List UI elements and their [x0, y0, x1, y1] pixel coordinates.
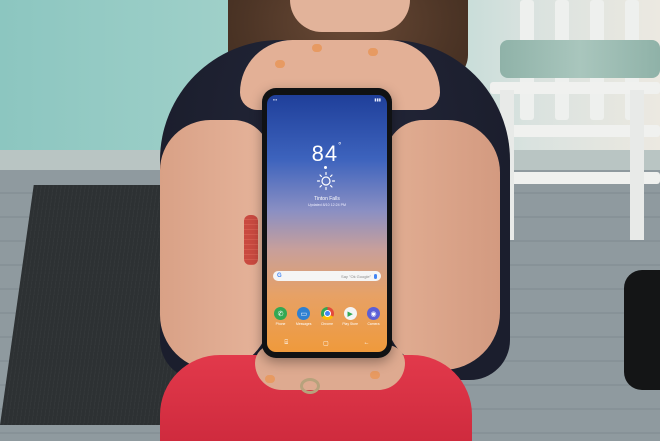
ring	[300, 378, 320, 394]
app-messages[interactable]: ▭ Messages	[293, 307, 314, 326]
nav-bar: ⌸ ▢ ←	[267, 337, 387, 349]
photo-scene: ▪▪▪ ▮▮▮ 84° Tinton Falls Updated 8/10 12…	[0, 0, 660, 441]
black-wheel	[624, 270, 660, 390]
app-label: Messages	[296, 322, 312, 326]
chair-cushion	[500, 40, 660, 78]
mic-icon[interactable]	[374, 273, 377, 279]
app-phone[interactable]: ✆ Phone	[270, 307, 291, 326]
app-label: Chrome	[320, 322, 334, 326]
back-icon[interactable]: ←	[364, 340, 370, 346]
temperature-value: 84	[311, 141, 339, 166]
app-play-store[interactable]: ▶ Play Store	[340, 307, 361, 326]
weather-updated: Updated 8/10 12:24 PM	[308, 203, 346, 207]
chin	[290, 0, 410, 32]
app-label: Camera	[367, 322, 380, 326]
fingernail	[265, 375, 275, 383]
weather-location: Tinton Falls	[314, 196, 340, 202]
temperature[interactable]: 84°	[267, 141, 387, 167]
phone-screen: ▪▪▪ ▮▮▮ 84° Tinton Falls Updated 8/10 12…	[267, 95, 387, 352]
fingernail	[370, 371, 380, 379]
chair-leg	[630, 90, 644, 240]
page-dot	[324, 166, 327, 169]
status-bar: ▪▪▪ ▮▮▮	[267, 95, 387, 104]
fingernail	[368, 48, 378, 56]
app-label: Phone	[275, 322, 286, 326]
app-label: Play Store	[342, 322, 359, 326]
beaded-bracelet	[244, 215, 258, 265]
degree-symbol: °	[338, 141, 343, 150]
search-placeholder: Say "Ok Google"	[341, 273, 371, 279]
recent-apps-icon[interactable]: ⌸	[284, 340, 288, 347]
google-g-icon: G	[277, 273, 282, 279]
right-arm	[385, 120, 500, 370]
status-right: ▮▮▮	[374, 97, 381, 102]
messages-icon: ▭	[297, 307, 311, 320]
fingernail	[312, 44, 322, 52]
fingernail	[275, 60, 285, 68]
app-dock: ✆ Phone ▭ Messages Chrome ▶ Play Store ◉…	[270, 307, 384, 326]
home-icon[interactable]: ▢	[323, 340, 329, 347]
app-camera[interactable]: ◉ Camera	[363, 307, 384, 326]
app-chrome[interactable]: Chrome	[317, 307, 338, 326]
chrome-icon	[320, 307, 334, 320]
google-search-bar[interactable]: G Say "Ok Google"	[273, 271, 381, 281]
status-left: ▪▪▪	[273, 97, 278, 102]
camera-icon: ◉	[367, 307, 380, 320]
play-store-icon: ▶	[343, 307, 357, 320]
phone-icon: ✆	[274, 307, 287, 320]
sun-icon	[316, 171, 336, 191]
